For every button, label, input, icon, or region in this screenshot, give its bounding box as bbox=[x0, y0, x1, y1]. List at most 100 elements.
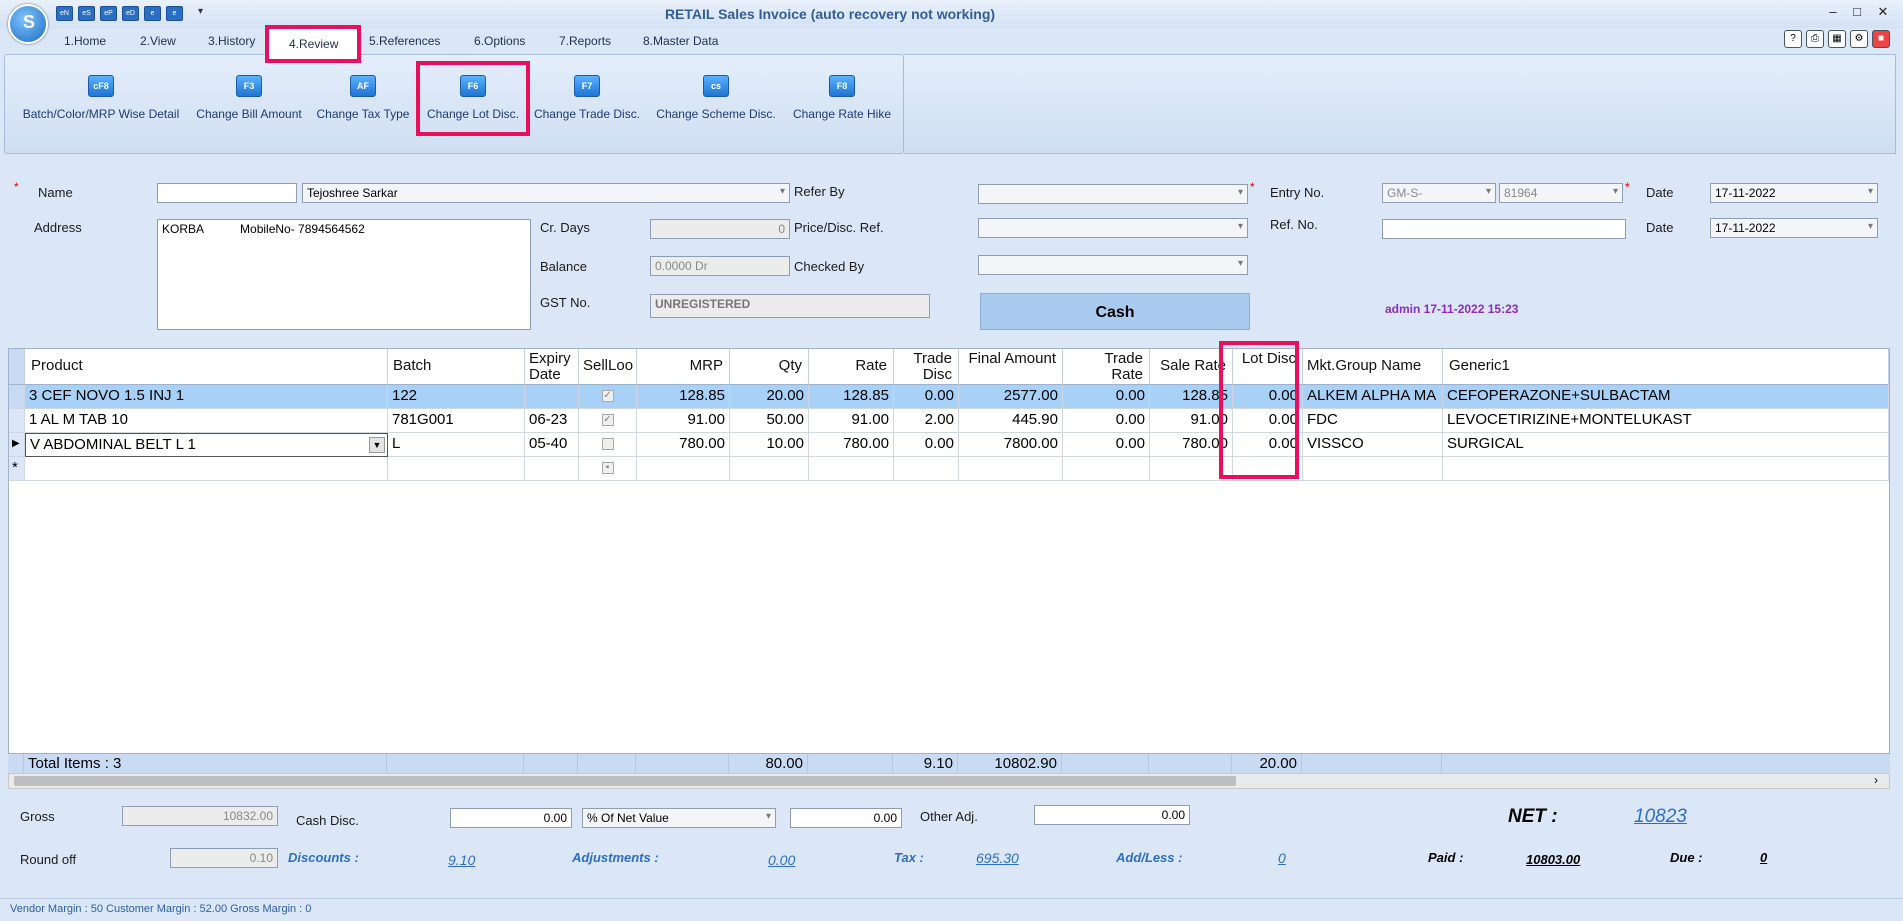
maximize-button[interactable]: □ bbox=[1846, 4, 1868, 22]
cash-disc-mode-combo[interactable]: % Of Net Value bbox=[582, 808, 776, 828]
help-icon[interactable]: ? bbox=[1784, 30, 1802, 48]
cell-mkt-group[interactable]: FDC bbox=[1303, 409, 1443, 433]
sellloo-checkbox[interactable]: ▪ bbox=[601, 462, 614, 475]
new-cell-mkt-group[interactable] bbox=[1303, 457, 1443, 481]
adjustments-value[interactable]: 0.00 bbox=[768, 852, 795, 868]
col-rate[interactable]: Rate bbox=[809, 349, 894, 385]
cell-generic[interactable]: SURGICAL bbox=[1443, 433, 1889, 457]
new-cell-product[interactable] bbox=[25, 457, 388, 481]
close-button[interactable]: ✕ bbox=[1872, 4, 1894, 22]
print-icon[interactable]: ⎙ bbox=[1806, 30, 1824, 48]
cell-trade-disc[interactable]: 2.00 bbox=[894, 409, 959, 433]
col-final-amount[interactable]: Final Amount bbox=[959, 349, 1063, 385]
paid-value[interactable]: 10803.00 bbox=[1526, 852, 1580, 867]
cell-final-amount[interactable]: 445.90 bbox=[959, 409, 1063, 433]
product-dropdown-icon[interactable]: ▼ bbox=[369, 437, 385, 453]
cell-qty[interactable]: 20.00 bbox=[730, 385, 809, 409]
cell-product[interactable]: 1 AL M TAB 10 bbox=[25, 409, 388, 433]
cell-batch[interactable]: L bbox=[388, 433, 525, 457]
new-cell-batch[interactable] bbox=[388, 457, 525, 481]
change-tax-type-button[interactable]: AF Change Tax Type bbox=[311, 55, 415, 155]
cash-disc-amount-input[interactable]: 0.00 bbox=[790, 808, 902, 828]
row-selector[interactable] bbox=[9, 385, 25, 409]
cell-final-amount[interactable]: 2577.00 bbox=[959, 385, 1063, 409]
cell-product-editing[interactable]: V ABDOMINAL BELT L 1 ▼ bbox=[25, 433, 388, 457]
calculator-icon[interactable]: ▦ bbox=[1828, 30, 1846, 48]
checked-by-combo[interactable] bbox=[978, 255, 1248, 275]
col-qty[interactable]: Qty bbox=[730, 349, 809, 385]
ref-no-input[interactable] bbox=[1382, 219, 1626, 239]
new-row-marker-icon[interactable]: * bbox=[9, 457, 25, 481]
settings-icon[interactable]: ⚙ bbox=[1850, 30, 1868, 48]
cell-expiry[interactable] bbox=[525, 385, 579, 409]
cell-batch[interactable]: 122 bbox=[388, 385, 525, 409]
tab-review[interactable]: 4.Review bbox=[265, 25, 361, 63]
price-disc-ref-combo[interactable] bbox=[978, 218, 1248, 238]
row-selector[interactable] bbox=[9, 409, 25, 433]
col-batch[interactable]: Batch bbox=[388, 349, 525, 385]
date-picker[interactable]: 17-11-2022 bbox=[1710, 183, 1878, 203]
cell-trade-rate[interactable]: 0.00 bbox=[1063, 433, 1150, 457]
invoice-grid[interactable]: Product Batch Expiry Date SellLoo MRP Qt… bbox=[8, 348, 1890, 773]
col-trade-rate[interactable]: Trade Rate bbox=[1063, 349, 1150, 385]
new-cell-final-amount[interactable] bbox=[959, 457, 1063, 481]
cash-disc-input[interactable]: 0.00 bbox=[450, 808, 572, 828]
cell-generic[interactable]: LEVOCETIRIZINE+MONTELUKAST bbox=[1443, 409, 1889, 433]
cell-rate[interactable]: 128.85 bbox=[809, 385, 894, 409]
cell-sellloo[interactable]: ✓ bbox=[579, 409, 637, 433]
sellloo-checkbox[interactable]: ✓ bbox=[601, 390, 614, 403]
new-cell-trade-disc[interactable] bbox=[894, 457, 959, 481]
col-sellloo[interactable]: SellLoo bbox=[579, 349, 637, 385]
cell-expiry[interactable]: 06-23 bbox=[525, 409, 579, 433]
due-value[interactable]: 0 bbox=[1760, 850, 1767, 865]
col-generic1[interactable]: Generic1 bbox=[1443, 349, 1889, 385]
cell-trade-rate[interactable]: 0.00 bbox=[1063, 409, 1150, 433]
cell-rate[interactable]: 91.00 bbox=[809, 409, 894, 433]
col-mrp[interactable]: MRP bbox=[637, 349, 730, 385]
change-trade-disc-button[interactable]: F7 Change Trade Disc. bbox=[531, 55, 643, 155]
tax-value[interactable]: 695.30 bbox=[976, 850, 1019, 866]
cell-mkt-group[interactable]: ALKEM ALPHA MA bbox=[1303, 385, 1443, 409]
cell-generic[interactable]: CEFOPERAZONE+SULBACTAM bbox=[1443, 385, 1889, 409]
entry-no-combo[interactable]: 81964 bbox=[1499, 183, 1623, 203]
customer-name-combo[interactable]: Tejoshree Sarkar bbox=[302, 183, 790, 203]
scrollbar-thumb[interactable] bbox=[14, 776, 1236, 786]
cr-days-input[interactable]: 0 bbox=[650, 219, 790, 239]
minimize-button[interactable]: – bbox=[1822, 4, 1844, 22]
cell-rate[interactable]: 780.00 bbox=[809, 433, 894, 457]
cell-mrp[interactable]: 780.00 bbox=[637, 433, 730, 457]
new-cell-expiry[interactable] bbox=[525, 457, 579, 481]
tab-view[interactable]: 2.View bbox=[140, 34, 176, 48]
col-expiry-date[interactable]: Expiry Date bbox=[525, 349, 579, 385]
cell-sellloo[interactable] bbox=[579, 433, 637, 457]
tab-references[interactable]: 5.References bbox=[369, 34, 440, 48]
cell-mkt-group[interactable]: VISSCO bbox=[1303, 433, 1443, 457]
cell-mrp[interactable]: 128.85 bbox=[637, 385, 730, 409]
ref-date-picker[interactable]: 17-11-2022 bbox=[1710, 218, 1878, 238]
cell-mrp[interactable]: 91.00 bbox=[637, 409, 730, 433]
cell-trade-disc[interactable]: 0.00 bbox=[894, 385, 959, 409]
cell-product[interactable]: 3 CEF NOVO 1.5 INJ 1 bbox=[25, 385, 388, 409]
name-code-input[interactable] bbox=[157, 183, 297, 203]
exit-icon[interactable]: ■ bbox=[1872, 30, 1890, 48]
new-cell-qty[interactable] bbox=[730, 457, 809, 481]
new-cell-trade-rate[interactable] bbox=[1063, 457, 1150, 481]
cell-qty[interactable]: 10.00 bbox=[730, 433, 809, 457]
tab-master-data[interactable]: 8.Master Data bbox=[643, 34, 718, 48]
cell-expiry[interactable]: 05-40 bbox=[525, 433, 579, 457]
sellloo-checkbox[interactable] bbox=[601, 438, 614, 451]
add-less-value[interactable]: 0 bbox=[1278, 850, 1286, 866]
address-textarea[interactable]: KORBA MobileNo- 7894564562 bbox=[157, 219, 531, 330]
refer-by-combo[interactable] bbox=[978, 184, 1248, 204]
new-cell-sellloo[interactable]: ▪ bbox=[579, 457, 637, 481]
entry-prefix-combo[interactable]: GM-S- bbox=[1382, 183, 1496, 203]
app-logo-icon[interactable]: S bbox=[8, 4, 48, 44]
tab-home[interactable]: 1.Home bbox=[64, 34, 106, 48]
cell-trade-rate[interactable]: 0.00 bbox=[1063, 385, 1150, 409]
tab-options[interactable]: 6.Options bbox=[474, 34, 525, 48]
batch-color-mrp-wise-detail-button[interactable]: cF8 Batch/Color/MRP Wise Detail bbox=[13, 55, 189, 155]
other-adj-input[interactable]: 0.00 bbox=[1034, 805, 1190, 825]
sellloo-checkbox[interactable]: ✓ bbox=[601, 414, 614, 427]
discounts-value[interactable]: 9.10 bbox=[448, 852, 475, 868]
cell-trade-disc[interactable]: 0.00 bbox=[894, 433, 959, 457]
